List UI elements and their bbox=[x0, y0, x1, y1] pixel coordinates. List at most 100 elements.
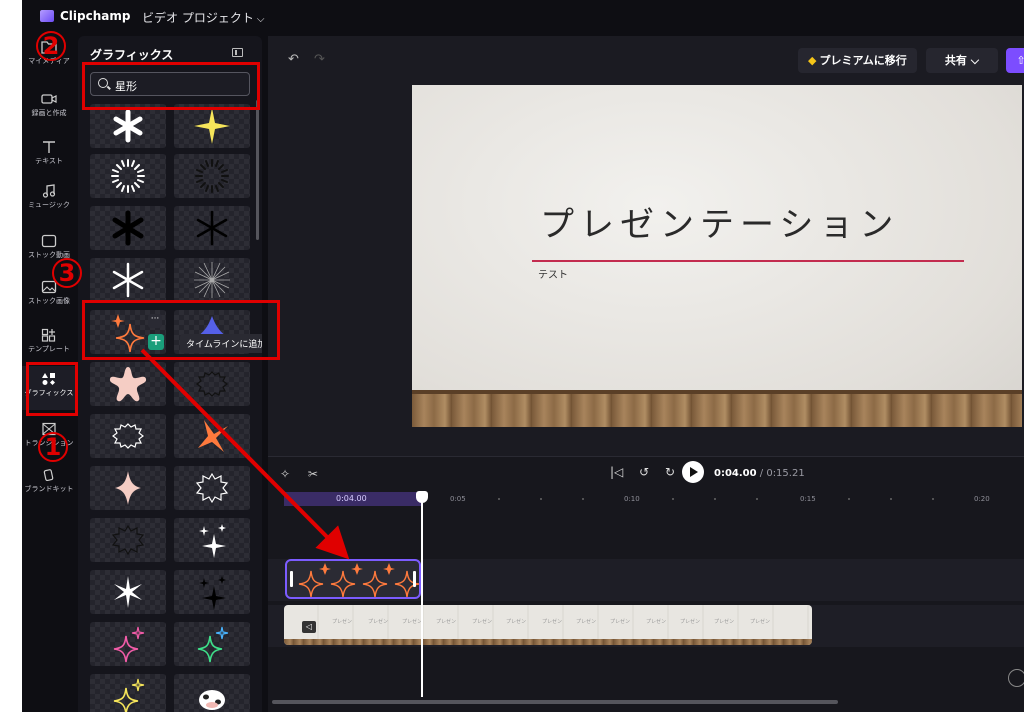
graphic-tile[interactable] bbox=[90, 414, 166, 458]
speaker-icon[interactable]: ◁ bbox=[302, 621, 316, 633]
ruler-selection-time: 0:04.00 bbox=[336, 494, 367, 503]
play-button[interactable] bbox=[682, 461, 704, 483]
graphic-tile[interactable] bbox=[90, 206, 166, 250]
graphic-tile[interactable] bbox=[90, 466, 166, 510]
panel-scrollbar[interactable] bbox=[256, 100, 259, 240]
thumb-text: プレゼン bbox=[506, 619, 527, 625]
cow-sticker-icon bbox=[199, 690, 225, 710]
split-scissors-icon[interactable]: ✂ bbox=[308, 467, 318, 481]
project-title-dropdown[interactable]: ビデオ プロジェクト ⌵ bbox=[142, 9, 264, 26]
black-twinkle-stars-icon bbox=[199, 576, 226, 610]
nav-label: ミュージック bbox=[28, 201, 70, 209]
dark-burst-outline-icon bbox=[111, 524, 145, 556]
slide-title-underline bbox=[532, 260, 964, 262]
music-icon bbox=[42, 184, 56, 198]
trim-handle-right[interactable] bbox=[413, 571, 416, 587]
dashed-burst-icon bbox=[111, 159, 145, 193]
share-button[interactable]: 共有 ⌵ bbox=[926, 48, 998, 73]
redo-icon[interactable]: ↷ bbox=[314, 52, 325, 67]
nav-label: ブランドキット bbox=[24, 485, 74, 493]
timeline-scrollbar[interactable] bbox=[272, 700, 838, 704]
graphic-tile[interactable] bbox=[90, 362, 166, 406]
forward-5s-icon[interactable]: ↻ bbox=[665, 465, 675, 479]
premium-label: プレミアムに移行 bbox=[819, 54, 907, 67]
tick-dot bbox=[756, 498, 758, 500]
tick-dot bbox=[672, 498, 674, 500]
graphic-tile[interactable] bbox=[90, 104, 166, 148]
tick-dot bbox=[498, 498, 500, 500]
annotation-number-3: 3 bbox=[52, 258, 82, 288]
preview-slide[interactable]: プレゼンテーション テスト bbox=[412, 85, 1022, 427]
thumb-text: プレゼン bbox=[714, 619, 735, 625]
zoom-out-icon[interactable] bbox=[1008, 669, 1024, 687]
yellow-sparkle-icon bbox=[194, 108, 230, 144]
nav-label: テキスト bbox=[35, 157, 63, 165]
chevron-down-icon: ⌵ bbox=[256, 14, 265, 25]
timeline-ruler[interactable]: 0:04.00 0:05 0:10 0:15 0:20 bbox=[268, 489, 1024, 509]
thumb-text: プレゼン bbox=[472, 619, 493, 625]
graphic-tile[interactable] bbox=[90, 258, 166, 302]
collapse-panel-icon[interactable] bbox=[232, 48, 243, 57]
graphic-tile[interactable] bbox=[174, 414, 250, 458]
playhead[interactable] bbox=[416, 491, 428, 697]
graphic-tile[interactable] bbox=[174, 206, 250, 250]
chevron-down-icon: ⌵ bbox=[970, 54, 980, 67]
graphic-tile[interactable] bbox=[174, 570, 250, 614]
undo-icon[interactable]: ↶ bbox=[288, 52, 299, 67]
camera-icon bbox=[41, 94, 57, 104]
graphic-tile[interactable] bbox=[174, 362, 250, 406]
nav-brand-kit[interactable]: ブランドキット bbox=[22, 468, 76, 504]
yellow-outline-sparkles-icon bbox=[113, 678, 145, 712]
black-asterisk-icon bbox=[112, 210, 144, 246]
tick-dot bbox=[890, 498, 892, 500]
app-name: Clipchamp bbox=[60, 9, 131, 23]
tick-label: 0:05 bbox=[450, 495, 466, 503]
skip-to-start-icon[interactable]: |◁ bbox=[610, 465, 623, 479]
total-time: / 0:15.21 bbox=[759, 468, 805, 479]
black-thin-asterisk-icon bbox=[196, 210, 228, 246]
graphic-tile[interactable] bbox=[90, 570, 166, 614]
slide-subtitle: テスト bbox=[538, 270, 568, 281]
white-burst-badge-icon bbox=[112, 423, 144, 449]
upgrade-premium-button[interactable]: ◆ プレミアムに移行 bbox=[798, 48, 917, 73]
annotation-box-search bbox=[82, 62, 260, 110]
graphic-tile[interactable] bbox=[90, 622, 166, 666]
nav-record-create[interactable]: 録画と作成 bbox=[22, 92, 76, 126]
video-clip[interactable]: プレゼン プレゼン プレゼン プレゼン プレゼン プレゼン プレゼン プレゼン … bbox=[284, 605, 812, 645]
nav-music[interactable]: ミュージック bbox=[22, 184, 76, 224]
graphic-tile[interactable] bbox=[174, 258, 250, 302]
pink-blob-star-icon bbox=[109, 367, 147, 402]
magic-tools-icon[interactable]: ✧ bbox=[280, 467, 290, 481]
export-button[interactable]: ⇧ bbox=[1006, 48, 1024, 73]
top-bar: Clipchamp ビデオ プロジェクト ⌵ bbox=[22, 0, 1024, 36]
graphic-tile[interactable] bbox=[174, 466, 250, 510]
graphic-tile[interactable] bbox=[90, 674, 166, 712]
panel-title: グラフィックス bbox=[90, 48, 174, 62]
graphic-tile[interactable] bbox=[90, 154, 166, 198]
graphic-tile[interactable] bbox=[90, 518, 166, 562]
graphic-tile[interactable] bbox=[174, 154, 250, 198]
graphic-tile[interactable] bbox=[174, 622, 250, 666]
template-icon bbox=[41, 328, 56, 342]
graphic-tile[interactable] bbox=[174, 518, 250, 562]
white-eight-point-star-icon bbox=[114, 576, 142, 608]
rewind-5s-icon[interactable]: ↺ bbox=[639, 465, 649, 479]
graphic-tile[interactable] bbox=[174, 674, 250, 712]
trim-handle-left[interactable] bbox=[290, 571, 293, 587]
graphics-panel: グラフィックス 星形 ··· + タイムラインに追加 bbox=[78, 36, 262, 712]
thumb-text: プレゼン bbox=[332, 619, 353, 625]
graphic-tile[interactable] bbox=[174, 104, 250, 148]
annotation-number-2: 2 bbox=[36, 31, 66, 61]
preview-workspace: ↶ ↷ ◆ プレミアムに移行 共有 ⌵ ⇧ プレゼンテーション テスト bbox=[268, 36, 1024, 456]
nav-text[interactable]: テキスト bbox=[22, 140, 76, 172]
graphics-grid: ··· + タイムラインに追加 bbox=[90, 104, 262, 712]
dark-dashed-burst-icon bbox=[195, 159, 229, 193]
diamond-icon: ◆ bbox=[808, 54, 817, 67]
share-label: 共有 bbox=[944, 54, 967, 67]
tick-dot bbox=[932, 498, 934, 500]
ruler-selection: 0:04.00 bbox=[284, 492, 422, 506]
tick-label: 0:15 bbox=[800, 495, 816, 503]
graphic-clip[interactable] bbox=[285, 559, 421, 599]
thumb-text: プレゼン bbox=[750, 619, 771, 625]
pink-outline-sparkles-icon bbox=[113, 626, 145, 663]
